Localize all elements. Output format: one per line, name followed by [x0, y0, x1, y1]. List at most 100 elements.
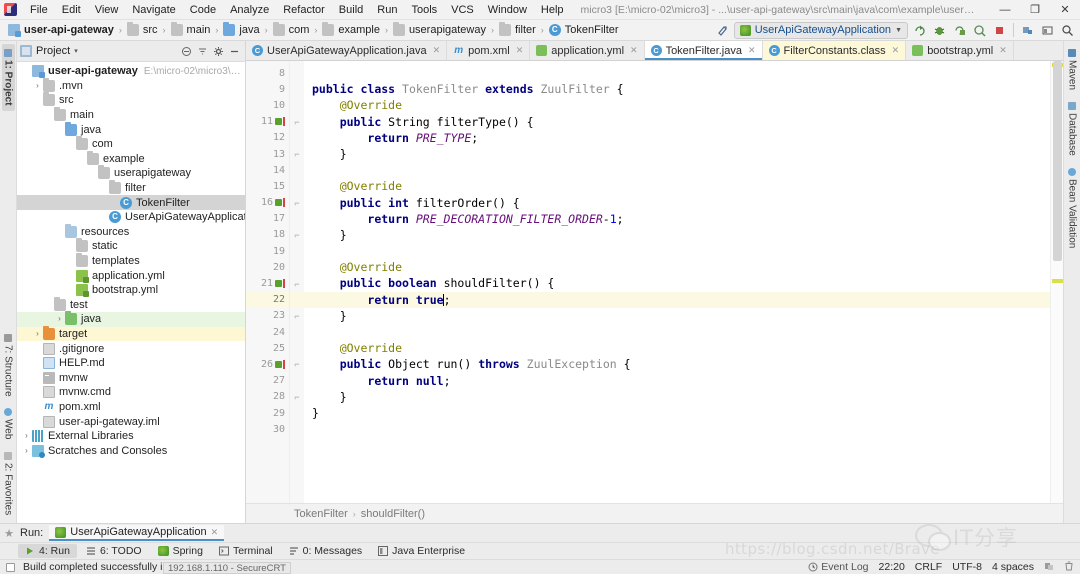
- scrollbar-thumb[interactable]: [1053, 61, 1062, 261]
- editor-scrollbar[interactable]: [1050, 61, 1063, 503]
- breadcrumb-main[interactable]: main: [167, 23, 215, 37]
- tree-node-help-md[interactable]: HELP.md: [17, 356, 245, 371]
- chevron-down-icon[interactable]: ⱟ: [98, 181, 109, 195]
- updates-icon[interactable]: [1019, 22, 1036, 39]
- scroll-from-source-icon[interactable]: [195, 44, 210, 59]
- fold-marker[interactable]: ⌐: [290, 389, 304, 405]
- line-separator[interactable]: CRLF: [915, 561, 942, 573]
- project-tree[interactable]: ⱟ user-api-gateway E:\micro-02\micro3\user…: [17, 62, 245, 523]
- caret-position[interactable]: 22:20: [879, 561, 905, 573]
- breadcrumb-class[interactable]: TokenFilter: [294, 508, 348, 520]
- fold-marker[interactable]: ⌐: [290, 308, 304, 324]
- menu-navigate[interactable]: Navigate: [125, 1, 182, 19]
- bottom-tab-spring[interactable]: Spring: [151, 544, 210, 558]
- tree-node-external-libraries[interactable]: › External Libraries: [17, 429, 245, 444]
- breadcrumb-java[interactable]: java: [219, 23, 263, 37]
- tree-node-templates[interactable]: templates: [17, 254, 245, 269]
- tree-node-resources[interactable]: ⱟ resources: [17, 225, 245, 240]
- tool-window-bean-validation[interactable]: Bean Validation: [1066, 163, 1079, 253]
- editor-tab-tokenfilter-java[interactable]: C TokenFilter.java ✕: [645, 41, 763, 60]
- line-number[interactable]: 23: [246, 308, 289, 324]
- profile-icon[interactable]: [971, 22, 988, 39]
- tool-window-structure[interactable]: 7: Structure: [2, 329, 15, 402]
- tree-node-userapigateway[interactable]: ⱟ userapigateway: [17, 166, 245, 181]
- close-icon[interactable]: ✕: [516, 45, 524, 56]
- line-number[interactable]: 21: [246, 275, 289, 291]
- minimize-button[interactable]: —: [990, 0, 1020, 20]
- chevron-down-icon[interactable]: ⱟ: [87, 166, 98, 180]
- line-number[interactable]: 10: [246, 97, 289, 113]
- file-encoding[interactable]: UTF-8: [952, 561, 982, 573]
- tree-node-pom-xml[interactable]: m pom.xml: [17, 400, 245, 415]
- line-number[interactable]: 22: [246, 292, 289, 308]
- run-method-gutter-icon[interactable]: [275, 116, 287, 128]
- editor-tab-filterconstants-class[interactable]: C FilterConstants.class ✕: [763, 41, 907, 60]
- breadcrumb-filter[interactable]: filter: [495, 23, 540, 37]
- chevron-down-icon[interactable]: ⱟ: [21, 64, 32, 78]
- menu-code[interactable]: Code: [183, 1, 223, 19]
- close-icon[interactable]: ✕: [433, 45, 441, 56]
- fold-marker[interactable]: ⌐: [290, 114, 304, 130]
- breadcrumb-userapigateway[interactable]: userapigateway: [389, 23, 490, 37]
- taskbar-securecrt-item[interactable]: 192.168.1.110 - SecureCRT: [163, 562, 291, 574]
- status-checkbox-icon[interactable]: [6, 563, 15, 572]
- breadcrumb-src[interactable]: src: [123, 23, 162, 37]
- tree-node-mvnw[interactable]: mvnw: [17, 370, 245, 385]
- menu-view[interactable]: View: [88, 1, 126, 19]
- menu-tools[interactable]: Tools: [404, 1, 444, 19]
- close-icon[interactable]: ✕: [211, 527, 219, 538]
- chevron-right-icon[interactable]: ›: [32, 327, 43, 341]
- event-log-button[interactable]: Event Log: [808, 561, 868, 573]
- menu-bar[interactable]: File Edit View Navigate Code Analyze Ref…: [23, 1, 571, 19]
- close-icon[interactable]: ✕: [630, 45, 638, 56]
- bottom-tab-todo[interactable]: 6: TODO: [79, 544, 149, 558]
- line-number[interactable]: 12: [246, 130, 289, 146]
- tree-node-main[interactable]: ⱟ main: [17, 108, 245, 123]
- line-number[interactable]: 9: [246, 81, 289, 97]
- code-folding-gutter[interactable]: ⌐ ⌐ ⌐ ⌐ ⌐ ⌐ ⌐ ⌐: [290, 61, 304, 503]
- chevron-down-icon[interactable]: ⱟ: [43, 298, 54, 312]
- code-content[interactable]: public class TokenFilter extends ZuulFil…: [304, 61, 1050, 503]
- line-number[interactable]: 29: [246, 405, 289, 421]
- debug-icon[interactable]: [931, 22, 948, 39]
- tool-window-maven[interactable]: Maven: [1066, 44, 1079, 95]
- line-number[interactable]: 18: [246, 227, 289, 243]
- hide-panel-icon[interactable]: [227, 44, 242, 59]
- tree-node-example[interactable]: ⱟ example: [17, 152, 245, 167]
- collapse-all-icon[interactable]: [179, 44, 194, 59]
- stop-icon[interactable]: [991, 22, 1008, 39]
- line-number[interactable]: 28: [246, 389, 289, 405]
- tree-node-application-yml[interactable]: application.yml: [17, 268, 245, 283]
- chevron-down-icon[interactable]: ⱟ: [54, 123, 65, 137]
- line-number[interactable]: 27: [246, 373, 289, 389]
- tree-node-test[interactable]: ⱟ test: [17, 298, 245, 313]
- settings-gear-icon[interactable]: [211, 44, 226, 59]
- fold-marker[interactable]: ⌐: [290, 146, 304, 162]
- line-number[interactable]: 8: [246, 65, 289, 81]
- menu-vcs[interactable]: VCS: [444, 1, 481, 19]
- tree-node-target[interactable]: › target: [17, 327, 245, 342]
- close-button[interactable]: ✕: [1050, 0, 1080, 20]
- tree-node-user-api-gateway-iml[interactable]: user-api-gateway.iml: [17, 414, 245, 429]
- tree-node--mvn[interactable]: › .mvn: [17, 79, 245, 94]
- editor-tab-userapigatewayapplication[interactable]: C UserApiGatewayApplication.java ✕: [246, 41, 447, 60]
- chevron-right-icon[interactable]: ›: [32, 79, 43, 93]
- bottom-tab-messages[interactable]: 0: Messages: [282, 544, 370, 558]
- build-icon[interactable]: [714, 22, 731, 39]
- line-number[interactable]: 20: [246, 259, 289, 275]
- chevron-right-icon[interactable]: ›: [21, 429, 32, 443]
- tool-window-project[interactable]: 1: Project: [2, 44, 15, 111]
- tree-node-tokenfilter[interactable]: C TokenFilter: [17, 195, 245, 210]
- tree-node-src[interactable]: ⱟ src: [17, 93, 245, 108]
- tree-node-static[interactable]: static: [17, 239, 245, 254]
- breadcrumb-tokenfilter[interactable]: C TokenFilter: [545, 23, 623, 37]
- search-icon[interactable]: [1059, 22, 1076, 39]
- chevron-down-icon[interactable]: ⱟ: [43, 108, 54, 122]
- tree-node--gitignore[interactable]: .gitignore: [17, 341, 245, 356]
- chevron-down-icon[interactable]: ⱟ: [54, 225, 65, 239]
- menu-help[interactable]: Help: [534, 1, 571, 19]
- run-tab-userapigatewayapplication[interactable]: UserApiGatewayApplication ✕: [49, 525, 224, 541]
- chevron-right-icon[interactable]: ›: [21, 444, 32, 458]
- bottom-tab-terminal[interactable]: Terminal: [212, 544, 280, 558]
- tool-window-web[interactable]: Web: [2, 403, 15, 444]
